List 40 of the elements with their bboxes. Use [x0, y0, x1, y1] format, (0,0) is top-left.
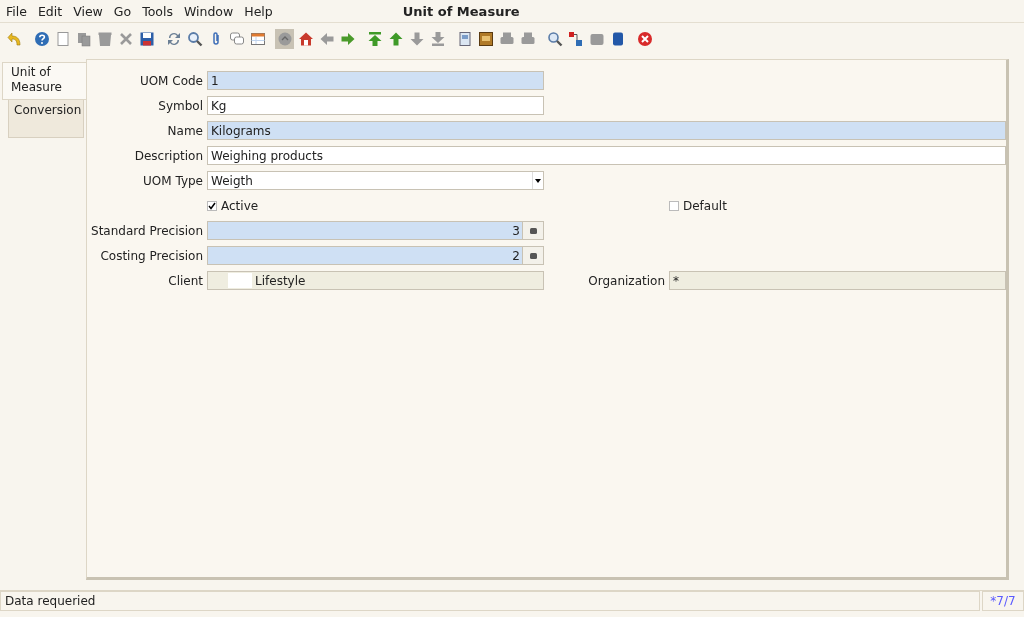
checkmark-icon — [208, 201, 216, 210]
archive-box-icon[interactable] — [476, 29, 495, 49]
calculator-icon[interactable] — [522, 247, 543, 264]
menu-item[interactable]: Window — [183, 3, 234, 19]
dropdown-arrow-icon — [532, 172, 543, 189]
input-field[interactable]: Kg — [207, 96, 544, 115]
menu-item[interactable]: Tools — [142, 3, 173, 19]
field-label: Description — [133, 148, 203, 163]
magnifier-icon[interactable] — [545, 29, 564, 49]
dropdown[interactable]: Weigth — [207, 171, 544, 190]
field-label: UOM Code — [138, 73, 203, 88]
window-title: Unit of Measure — [402, 3, 520, 19]
menu-item[interactable]: Edit — [37, 3, 63, 19]
menu-item[interactable]: Go — [113, 3, 132, 19]
input-field[interactable]: Weighing products — [207, 146, 1006, 165]
field-label: Symbol — [157, 98, 203, 113]
field-label: Organization — [587, 273, 665, 288]
calculator-icon[interactable] — [522, 222, 543, 239]
status-message: Data requeried — [0, 591, 980, 611]
input-field[interactable]: 3 — [207, 221, 544, 240]
menu-item[interactable]: File — [6, 3, 27, 19]
record-counter: *7/7 — [982, 591, 1024, 611]
input-field[interactable]: 2 — [207, 246, 544, 265]
tab[interactable]: Unit of Measure — [2, 62, 86, 100]
field-label: UOM Type — [142, 173, 203, 188]
help-icon[interactable] — [32, 29, 51, 49]
field-label: Name — [166, 123, 203, 138]
menu-item[interactable]: View — [73, 3, 103, 19]
checkbox[interactable]: Default — [669, 198, 1006, 213]
input-field[interactable]: Kilograms — [207, 121, 1006, 140]
checkbox[interactable]: Active — [207, 198, 544, 213]
field-label: Client — [167, 273, 203, 288]
flow-squares-icon[interactable] — [566, 29, 585, 49]
input-field[interactable]: 1 — [207, 71, 544, 90]
menu-item[interactable]: Help — [244, 3, 273, 19]
field-label: Standard Precision — [90, 223, 203, 238]
tab[interactable]: Conversion — [8, 100, 84, 138]
close-icon[interactable] — [635, 29, 654, 49]
field-label: Costing Precision — [99, 248, 203, 263]
search-icon[interactable] — [185, 29, 204, 49]
